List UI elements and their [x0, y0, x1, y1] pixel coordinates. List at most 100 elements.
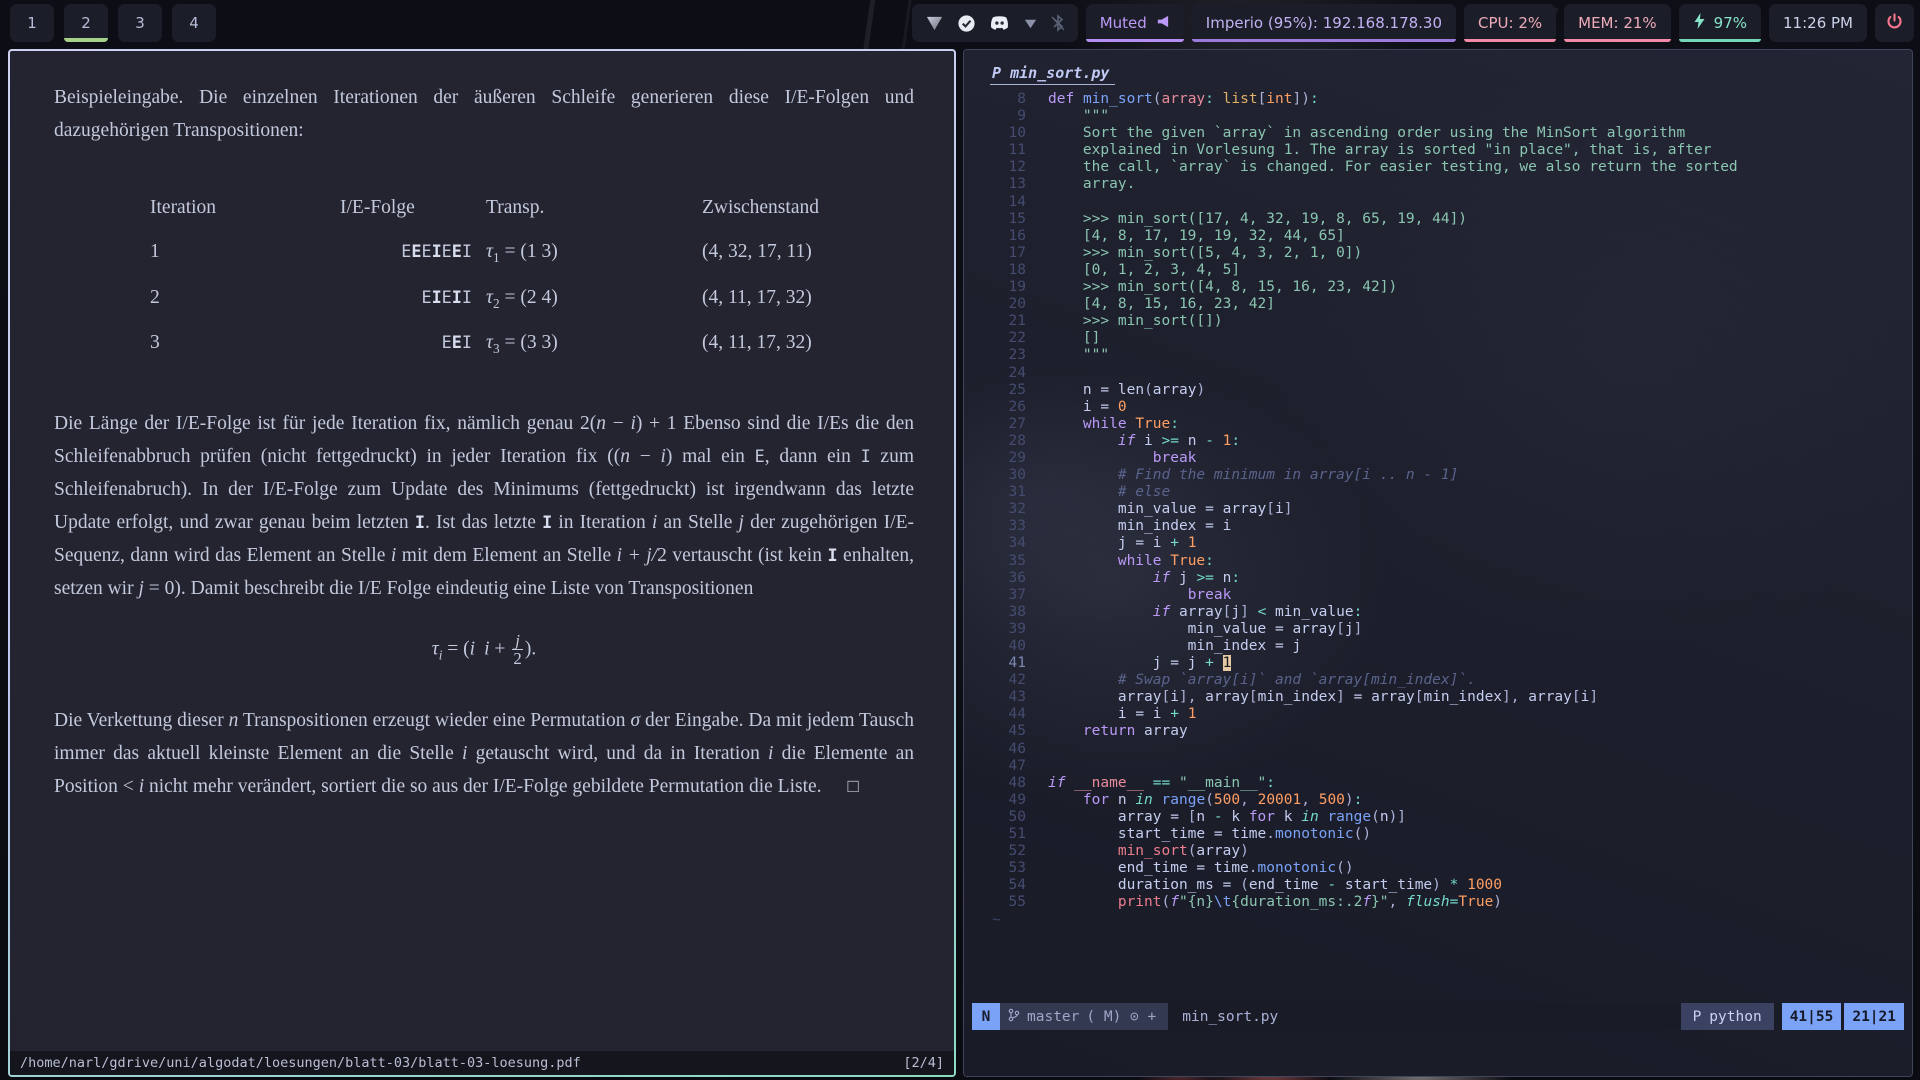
code-line[interactable]: 45 return array [964, 723, 1912, 740]
signal-icon[interactable] [1023, 16, 1038, 31]
code-line[interactable]: 30 # Find the minimum in array[i .. n - … [964, 467, 1912, 484]
code-lines[interactable]: 8def min_sort(array: list[int]):9 """10 … [964, 89, 1912, 929]
editor-statusline: N master ( M) ⊙ + min_sort.py P python 4… [972, 1003, 1904, 1030]
code-line[interactable]: 9 """ [964, 108, 1912, 125]
code-line[interactable]: 27 while True: [964, 416, 1912, 433]
table-cell-transposition: τ1 = (1 3) [472, 235, 690, 269]
code-line[interactable]: 22 [] [964, 330, 1912, 347]
active-workspace-underline [64, 38, 108, 42]
code-line[interactable]: 50 array = [n - k for k in range(n)] [964, 809, 1912, 826]
workspace-button-3[interactable]: 3 [118, 4, 162, 42]
formula-close: ). [525, 638, 536, 659]
code-line[interactable]: 47 [964, 758, 1912, 775]
module-underline [1679, 39, 1761, 42]
funnel-icon[interactable] [925, 14, 944, 33]
speaker-muted-icon [1155, 14, 1170, 33]
volume-label: Muted [1100, 14, 1147, 32]
line-number: 52 [964, 843, 1026, 860]
line-number: 16 [964, 228, 1026, 245]
code-line[interactable]: 17 >>> min_sort([5, 4, 3, 2, 1, 0]) [964, 245, 1912, 262]
pdf-page[interactable]: Beispieleingabe. Die einzelnen Iteration… [10, 51, 954, 1075]
code-line[interactable]: 24 [964, 365, 1912, 382]
code-line[interactable]: 8def min_sort(array: list[int]): [964, 91, 1912, 108]
code-line[interactable]: 33 min_index = i [964, 518, 1912, 535]
code-line[interactable]: 52 min_sort(array) [964, 843, 1912, 860]
workspace-button-1[interactable]: 1 [10, 4, 54, 42]
paragraph-intro: Beispieleingabe. Die einzelnen Iteration… [54, 81, 914, 147]
winbar-filename: min_sort.py [1010, 64, 1109, 82]
battery-module[interactable]: 97% [1679, 4, 1761, 42]
code-line[interactable]: 49 for n in range(500, 20001, 500): [964, 792, 1912, 809]
line-number: 45 [964, 723, 1026, 740]
volume-module[interactable]: Muted [1086, 4, 1184, 42]
code-line[interactable]: 44 i = i + 1 [964, 706, 1912, 723]
code-line[interactable]: 32 min_value = array[i] [964, 501, 1912, 518]
workspace-button-2[interactable]: 2 [64, 4, 108, 42]
line-number: 37 [964, 587, 1026, 604]
code-line[interactable]: 26 i = 0 [964, 399, 1912, 416]
code-line[interactable]: 23 """ [964, 347, 1912, 364]
code-line[interactable]: 14 [964, 194, 1912, 211]
workspace-button-4[interactable]: 4 [172, 4, 216, 42]
code-line[interactable]: 38 if array[j] < min_value: [964, 604, 1912, 621]
discord-icon[interactable] [989, 14, 1010, 33]
check-circle-icon[interactable] [957, 14, 976, 33]
code-line[interactable]: 20 [4, 8, 15, 16, 23, 42] [964, 296, 1912, 313]
code-line[interactable]: 37 break [964, 587, 1912, 604]
code-line[interactable]: 43 array[i], array[min_index] = array[mi… [964, 689, 1912, 706]
code-line[interactable]: 53 end_time = time.monotonic() [964, 860, 1912, 877]
line-number: 31 [964, 484, 1026, 501]
table-cell-sequence: EEI [340, 326, 472, 360]
code-line[interactable]: 34 j = i + 1 [964, 535, 1912, 552]
code-line[interactable]: 11 explained in Vorlesung 1. The array i… [964, 142, 1912, 159]
code-line[interactable]: 19 >>> min_sort([4, 8, 15, 16, 23, 42]) [964, 279, 1912, 296]
code-line[interactable]: 55 print(f"{n}\t{duration_ms:.2f}", flus… [964, 894, 1912, 911]
table-header-state: Zwischenstand [690, 191, 930, 224]
filetype-section: P python [1681, 1003, 1774, 1030]
workspace-label: 4 [189, 14, 199, 32]
git-branch-section[interactable]: master ( M) ⊙ + [1000, 1003, 1168, 1030]
table-header-iteration: Iteration [150, 191, 340, 224]
code-line[interactable]: 42 # Swap `array[i]` and `array[min_inde… [964, 672, 1912, 689]
line-number: 42 [964, 672, 1026, 689]
code-line[interactable]: 31 # else [964, 484, 1912, 501]
clock-label: 11:26 PM [1783, 14, 1853, 32]
code-line[interactable]: 28 if i >= n - 1: [964, 433, 1912, 450]
code-line[interactable]: 21 >>> min_sort([]) [964, 313, 1912, 330]
code-line[interactable]: 41 j = j + 1 [964, 655, 1912, 672]
code-line[interactable]: 35 while True: [964, 553, 1912, 570]
network-module[interactable]: Imperio (95%): 192.168.178.30 [1192, 4, 1456, 42]
code-line[interactable]: 46 [964, 741, 1912, 758]
code-line[interactable]: 10 Sort the given `array` in ascending o… [964, 125, 1912, 142]
code-line[interactable]: 25 n = len(array) [964, 382, 1912, 399]
git-branch-icon [1008, 1008, 1020, 1026]
code-line[interactable]: 18 [0, 1, 2, 3, 4, 5] [964, 262, 1912, 279]
code-line[interactable]: 51 start_time = time.monotonic() [964, 826, 1912, 843]
clock-module[interactable]: 11:26 PM [1769, 4, 1867, 42]
code-line[interactable]: 54 duration_ms = (end_time - start_time)… [964, 877, 1912, 894]
battery-label: 97% [1714, 14, 1747, 32]
power-module[interactable] [1875, 4, 1914, 42]
code-line[interactable]: 13 array. [964, 176, 1912, 193]
bluetooth-icon[interactable] [1051, 14, 1065, 32]
module-underline [1464, 39, 1556, 42]
editor-winbar[interactable]: P min_sort.py [964, 50, 1912, 89]
qed-box: □ [848, 776, 859, 797]
code-line[interactable]: 36 if j >= n: [964, 570, 1912, 587]
statusline-filename: min_sort.py [1168, 1003, 1680, 1030]
code-line[interactable]: 29 break [964, 450, 1912, 467]
code-line[interactable]: 16 [4, 8, 17, 19, 19, 32, 44, 65] [964, 228, 1912, 245]
formula-arg1: i [470, 638, 475, 659]
code-line[interactable]: 12 the call, `array` is changed. For eas… [964, 159, 1912, 176]
code-line[interactable]: 15 >>> min_sort([17, 4, 32, 19, 8, 65, 1… [964, 211, 1912, 228]
code-line[interactable]: 39 min_value = array[j] [964, 621, 1912, 638]
line-number: 54 [964, 877, 1026, 894]
code-line[interactable]: 48if __name__ == "__main__": [964, 775, 1912, 792]
editor-window[interactable]: P min_sort.py 8def min_sort(array: list[… [963, 49, 1913, 1077]
statusline-right: P python 41|55 21|21 [1681, 1003, 1904, 1030]
table-cell-sequence: EEEIEEI [340, 235, 472, 269]
code-line[interactable]: 40 min_index = j [964, 638, 1912, 655]
table-cell-iteration: 1 [150, 235, 340, 269]
memory-module[interactable]: MEM: 21% [1564, 4, 1671, 42]
cpu-module[interactable]: CPU: 2% [1464, 4, 1556, 42]
